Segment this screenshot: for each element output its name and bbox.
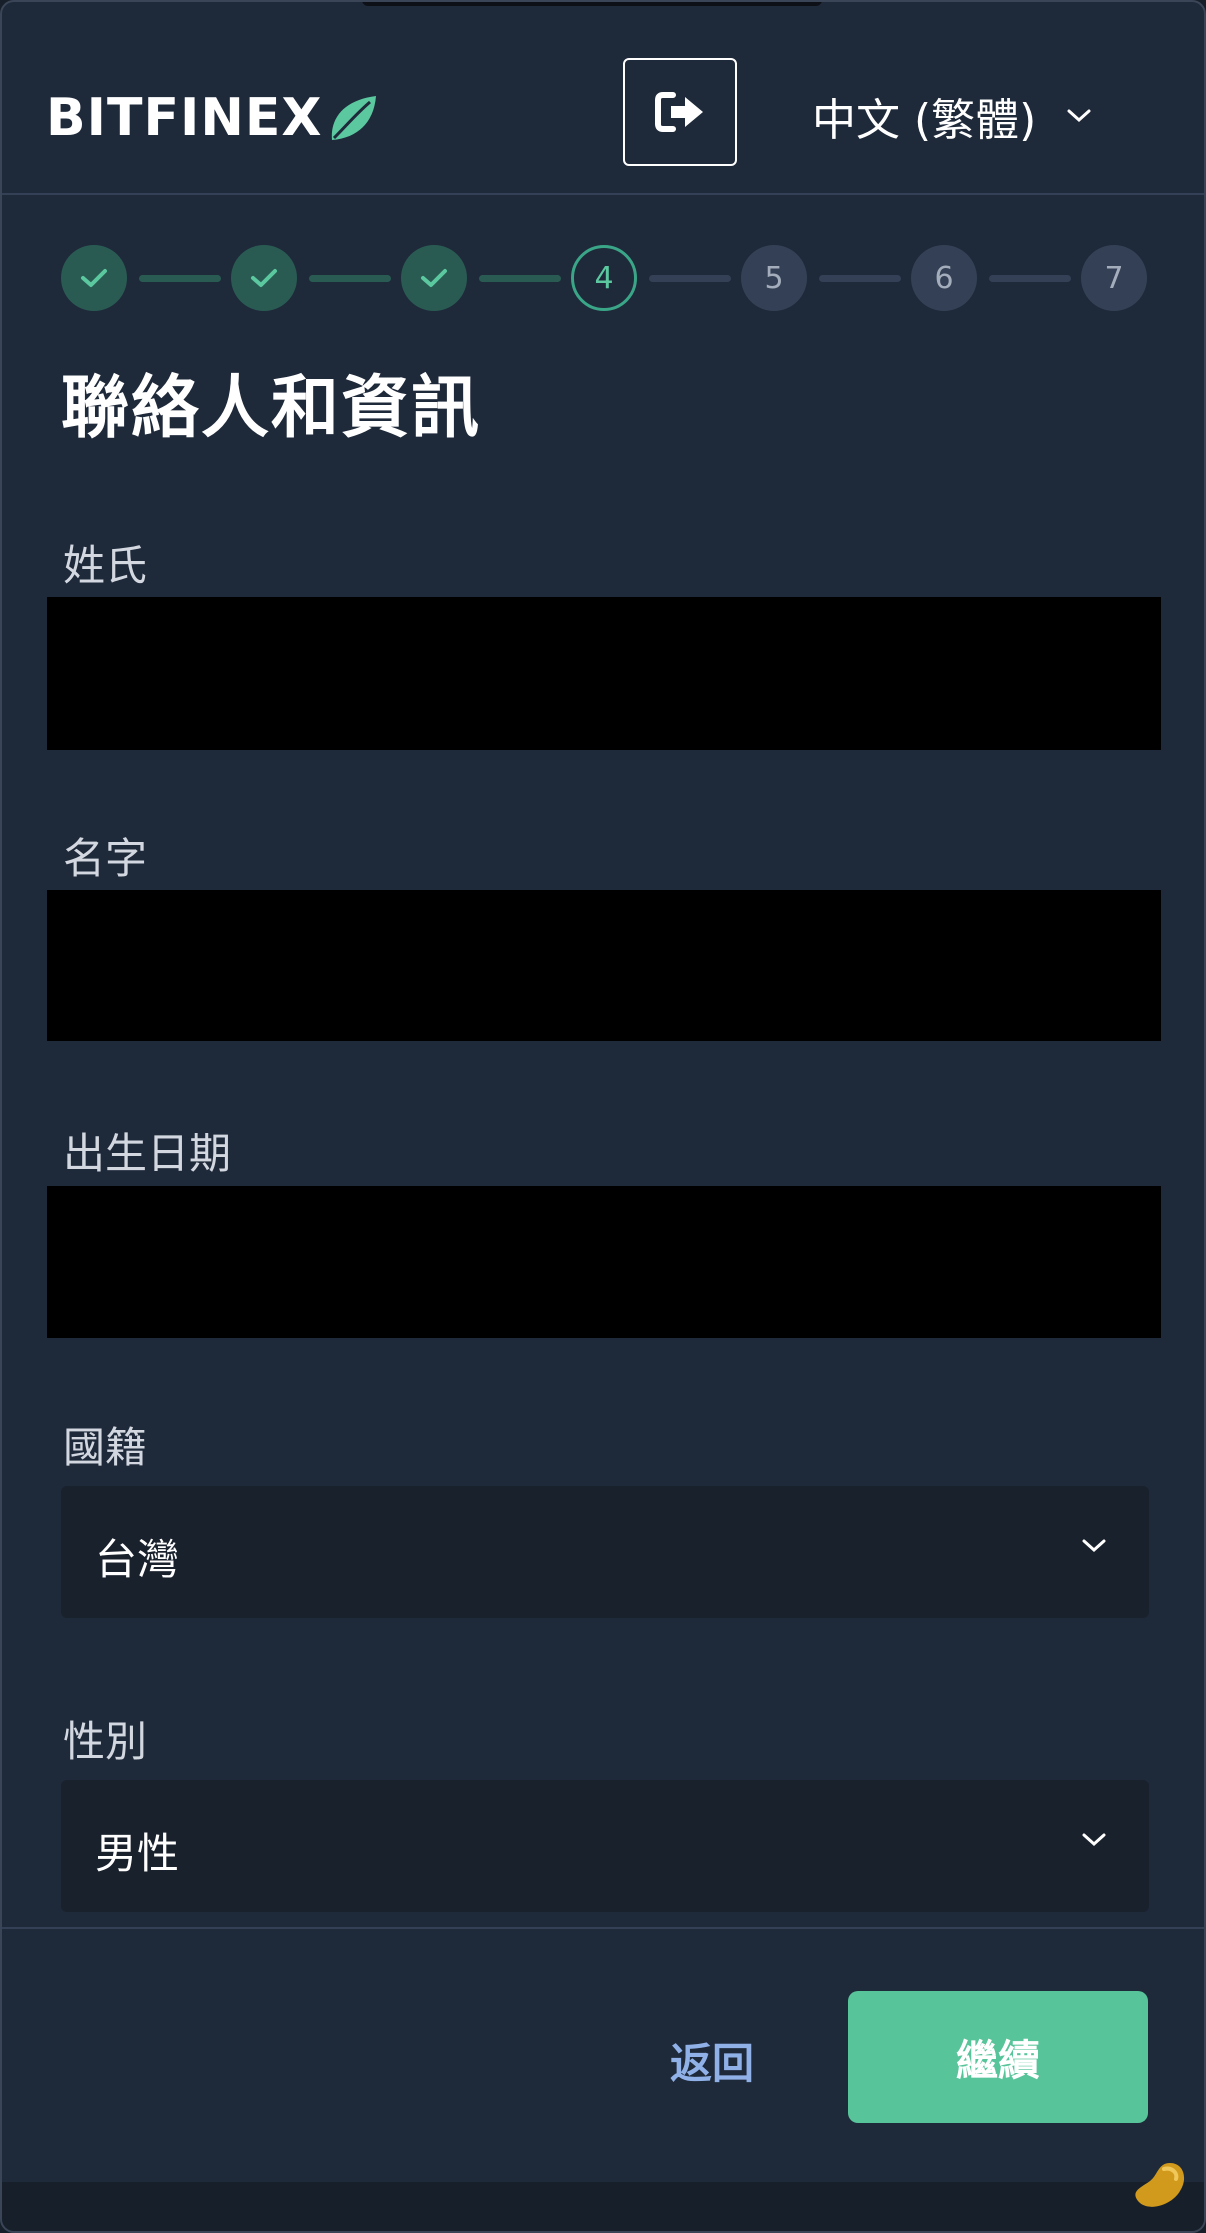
gender-value: 男性 (95, 1829, 180, 1878)
check-icon (421, 269, 447, 287)
footer-actions: 返回 繼續 (2, 1927, 1204, 2182)
step-5: 5 (741, 245, 807, 311)
first-name-field-redacted[interactable] (47, 890, 1161, 1041)
step-connector (479, 275, 561, 282)
chevron-down-icon (1082, 1833, 1106, 1847)
nationality-label: 國籍 (63, 1423, 148, 1472)
nationality-select[interactable]: 台灣 (61, 1486, 1149, 1618)
step-connector (649, 275, 731, 282)
language-select[interactable]: 中文 (繁體) (812, 82, 1092, 150)
step-connector (989, 275, 1071, 282)
check-icon (251, 269, 277, 287)
header: BITFINEX 中文 (繁體) (2, 2, 1204, 195)
bean-icon[interactable] (1128, 2157, 1190, 2213)
step-6: 6 (911, 245, 977, 311)
gender-select[interactable]: 男性 (61, 1780, 1149, 1912)
dob-label: 出生日期 (63, 1129, 232, 1178)
step-connector (819, 275, 901, 282)
bitfinex-logo[interactable]: BITFINEX (46, 88, 378, 148)
step-1-done (61, 245, 127, 311)
first-name-label: 名字 (63, 834, 148, 883)
back-button[interactable]: 返回 (638, 2024, 786, 2096)
continue-button[interactable]: 繼續 (848, 1991, 1148, 2123)
last-name-label: 姓氏 (63, 541, 148, 590)
sign-out-icon (655, 92, 703, 132)
check-icon (81, 269, 107, 287)
app-frame: BITFINEX 中文 (繁體) 4 5 6 7 聯絡人和資訊 姓氏 名字 出生… (0, 0, 1206, 2233)
bottom-band (2, 2182, 1204, 2231)
step-2-done (231, 245, 297, 311)
gender-label: 性別 (63, 1717, 148, 1766)
leaf-icon (332, 96, 377, 140)
dob-field-redacted[interactable] (47, 1186, 1161, 1338)
chevron-down-icon (1082, 1539, 1106, 1553)
chevron-down-icon (1067, 109, 1091, 123)
step-4-current: 4 (571, 245, 637, 311)
page-title: 聯絡人和資訊 (61, 369, 482, 448)
step-3-done (401, 245, 467, 311)
step-connector (309, 275, 391, 282)
language-label: 中文 (繁體) (812, 95, 1037, 146)
step-7: 7 (1081, 245, 1147, 311)
step-connector (139, 275, 221, 282)
nationality-value: 台灣 (95, 1535, 180, 1584)
last-name-field-redacted[interactable] (47, 597, 1161, 750)
logo-text: BITFINEX (46, 88, 323, 148)
progress-stepper: 4 5 6 7 (61, 245, 1149, 311)
logout-button[interactable] (623, 58, 737, 166)
